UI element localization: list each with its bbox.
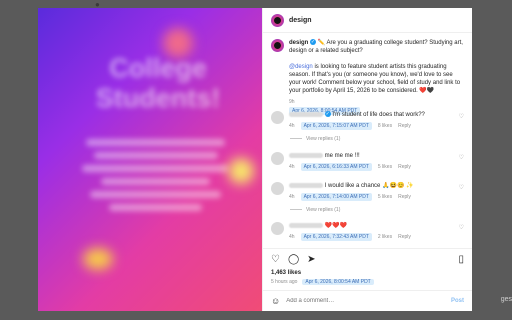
reply-button[interactable]: Reply — [398, 122, 411, 130]
caption-mention[interactable]: @design — [289, 64, 313, 70]
add-comment-bar: ☺ Post — [263, 290, 472, 311]
comment-text: me me me !!! — [324, 153, 360, 159]
comment-age[interactable]: 4h — [289, 163, 295, 171]
comment-likes[interactable]: 5 likes — [378, 193, 392, 201]
comment-date: Apr 6, 2026, 6:16:33 AM PDT — [300, 163, 372, 171]
caption-text: Are you a graduating college student? St… — [289, 40, 463, 54]
post-age: 5 hours ago — [271, 279, 298, 285]
emoji-icon[interactable]: ☺ — [271, 296, 280, 306]
reply-button[interactable]: Reply — [398, 233, 411, 241]
comment-date: Apr 6, 2026, 7:32:43 AM PDT — [300, 233, 372, 241]
blurred-shape — [228, 158, 254, 184]
username-blurred[interactable] — [289, 152, 323, 158]
comment-age[interactable]: 4h — [289, 193, 295, 201]
caption-age[interactable]: 9h — [289, 98, 295, 106]
post-header: design — [263, 8, 472, 33]
avatar[interactable] — [271, 39, 284, 52]
comment-date: Apr 6, 2026, 7:15:07 AM PDT — [300, 122, 372, 130]
header-username[interactable]: design — [289, 17, 312, 24]
heart-icon[interactable]: ♡ — [459, 224, 464, 231]
comment-item: me me me !!! 4h Apr 6, 2026, 6:16:33 AM … — [271, 152, 461, 171]
post-button[interactable]: Post — [451, 298, 464, 304]
action-bar: ♡ ◯ ➤ ▯ — [263, 248, 472, 269]
avatar[interactable] — [271, 13, 284, 27]
comment-icon[interactable]: ◯ — [288, 254, 299, 265]
heart-icon[interactable]: ♡ — [459, 184, 464, 191]
caption-username[interactable]: design — [289, 40, 308, 46]
backdrop-text: ges — [500, 296, 512, 303]
avatar[interactable] — [271, 182, 284, 195]
comment-date: Apr 6, 2026, 7:14:00 AM PDT — [300, 193, 372, 201]
bookmark-icon[interactable]: ▯ — [458, 254, 464, 265]
comment-text: I'm student of life does that work?? — [332, 112, 425, 118]
share-icon[interactable]: ➤ — [307, 254, 315, 265]
caption-text-2: is looking to feature student artists th… — [289, 64, 461, 94]
comment-item: I would like a chance 🙏😆😊 ✨ 4h Apr 6, 20… — [271, 182, 461, 201]
comment-input[interactable] — [286, 298, 451, 304]
username-blurred[interactable] — [289, 111, 323, 117]
comment-likes[interactable]: 5 likes — [378, 163, 392, 171]
verified-icon: ✓ — [324, 111, 331, 118]
post-image[interactable]: College Students! — [38, 8, 262, 311]
post-modal: College Students! design design ✓ ✏️ Are … — [38, 8, 472, 311]
avatar[interactable] — [271, 152, 284, 165]
comment-item: ❤️❤️❤️ 4h Apr 6, 2026, 7:32:43 AM PDT 2 … — [271, 222, 461, 241]
blurred-title: College Students! — [95, 53, 221, 113]
comment-age[interactable]: 4h — [289, 122, 295, 130]
comment-likes[interactable]: 8 likes — [378, 122, 392, 130]
post-time: 5 hours ago Apr 6, 2026, 8:00:54 AM PDT — [271, 279, 374, 285]
comment-likes[interactable]: 2 likes — [378, 233, 392, 241]
reply-button[interactable]: Reply — [398, 193, 411, 201]
comment-text: ❤️❤️❤️ — [324, 223, 348, 229]
blurred-shape — [83, 248, 113, 270]
username-blurred[interactable] — [289, 222, 323, 228]
username-blurred[interactable] — [289, 182, 323, 188]
blurred-text-block — [78, 133, 233, 217]
caption: design ✓ ✏️ Are you a graduating college… — [263, 33, 472, 115]
comment-item: ✓ I'm student of life does that work?? 4… — [271, 111, 461, 130]
likes-count[interactable]: 1,463 likes — [271, 270, 301, 276]
avatar[interactable] — [271, 111, 284, 124]
view-replies[interactable]: View replies (1) — [290, 207, 340, 213]
comments-panel: design design ✓ ✏️ Are you a graduating … — [262, 8, 472, 311]
reply-button[interactable]: Reply — [398, 163, 411, 171]
comment-age[interactable]: 4h — [289, 233, 295, 241]
comment-text: I would like a chance 🙏😆😊 ✨ — [324, 183, 414, 189]
verified-icon: ✓ — [310, 39, 317, 46]
avatar[interactable] — [271, 222, 284, 235]
post-date: Apr 6, 2026, 8:00:54 AM PDT — [302, 279, 374, 285]
view-replies[interactable]: View replies (1) — [290, 136, 340, 142]
heart-icon[interactable]: ♡ — [459, 113, 464, 120]
heart-icon[interactable]: ♡ — [271, 254, 280, 265]
heart-icon[interactable]: ♡ — [459, 154, 464, 161]
